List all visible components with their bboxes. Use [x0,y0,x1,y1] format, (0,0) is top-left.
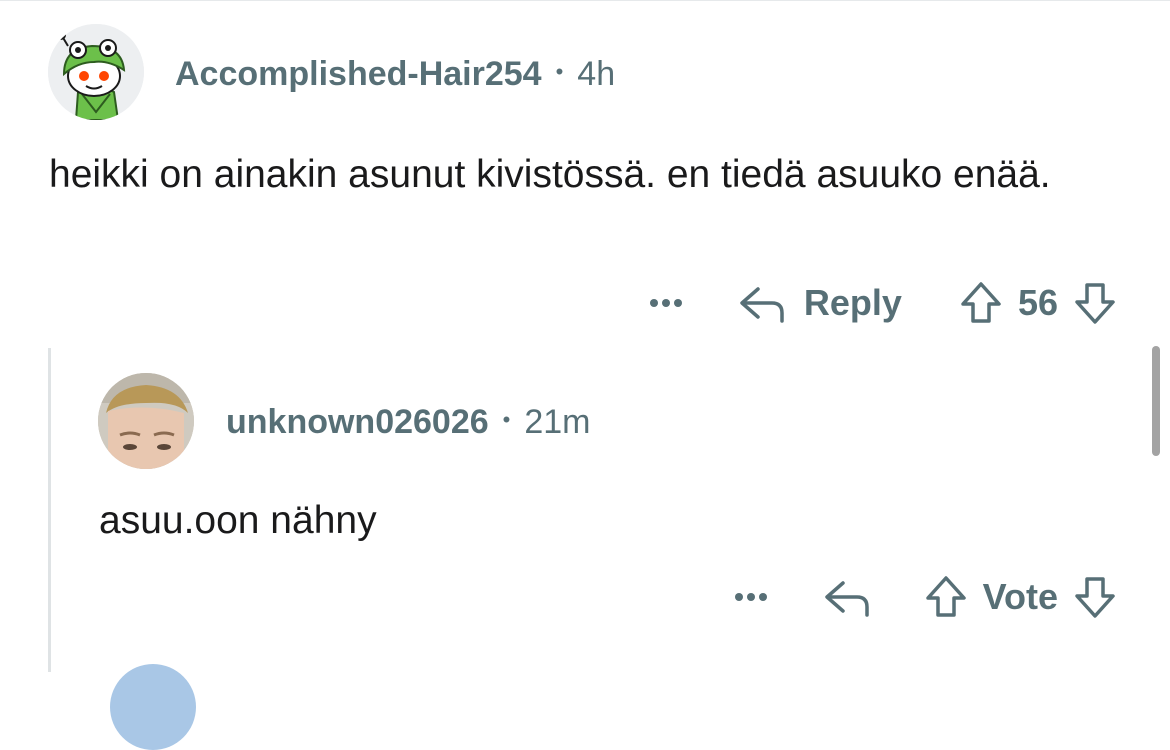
upvote-arrow-icon[interactable] [958,280,1004,326]
vote-label: Vote [982,576,1058,617]
downvote-arrow-icon[interactable] [1072,574,1118,620]
ellipsis-icon[interactable] [649,299,682,307]
username-link[interactable]: Accomplished-Hair254 [175,55,542,94]
comment-body: asuu.oon nähny [99,499,377,542]
reply-button[interactable]: Reply [738,281,902,325]
reply-arrow-icon [740,287,784,323]
user-photo-avatar-icon[interactable] [98,373,194,469]
comment-actions: Vote [734,570,1118,624]
comment-body: heikki on ainakin asunut kivistössä. en … [49,153,1051,196]
next-comment-avatar-icon[interactable] [110,664,196,750]
meta-separator: • [502,407,511,432]
scrollbar-thumb[interactable] [1152,346,1160,456]
thread-line[interactable] [48,348,51,672]
comment-meta: Accomplished-Hair254 • 4h [175,52,615,96]
vote-score: 56 [1017,282,1058,323]
comment-actions: Reply 56 [649,276,1118,330]
top-divider [0,0,1170,1]
ellipsis-icon[interactable] [734,593,767,601]
reply-arrow-icon[interactable] [823,575,871,619]
username-link[interactable]: unknown026026 [226,403,489,442]
timestamp[interactable]: 4h [577,55,615,94]
reply-label: Reply [803,282,902,323]
meta-separator: • [555,59,564,84]
downvote-arrow-icon[interactable] [1072,280,1118,326]
timestamp[interactable]: 21m [524,403,590,442]
snoo-avatar-icon[interactable] [48,24,144,120]
upvote-arrow-icon[interactable] [923,574,969,620]
comment-meta: unknown026026 • 21m [226,400,591,444]
